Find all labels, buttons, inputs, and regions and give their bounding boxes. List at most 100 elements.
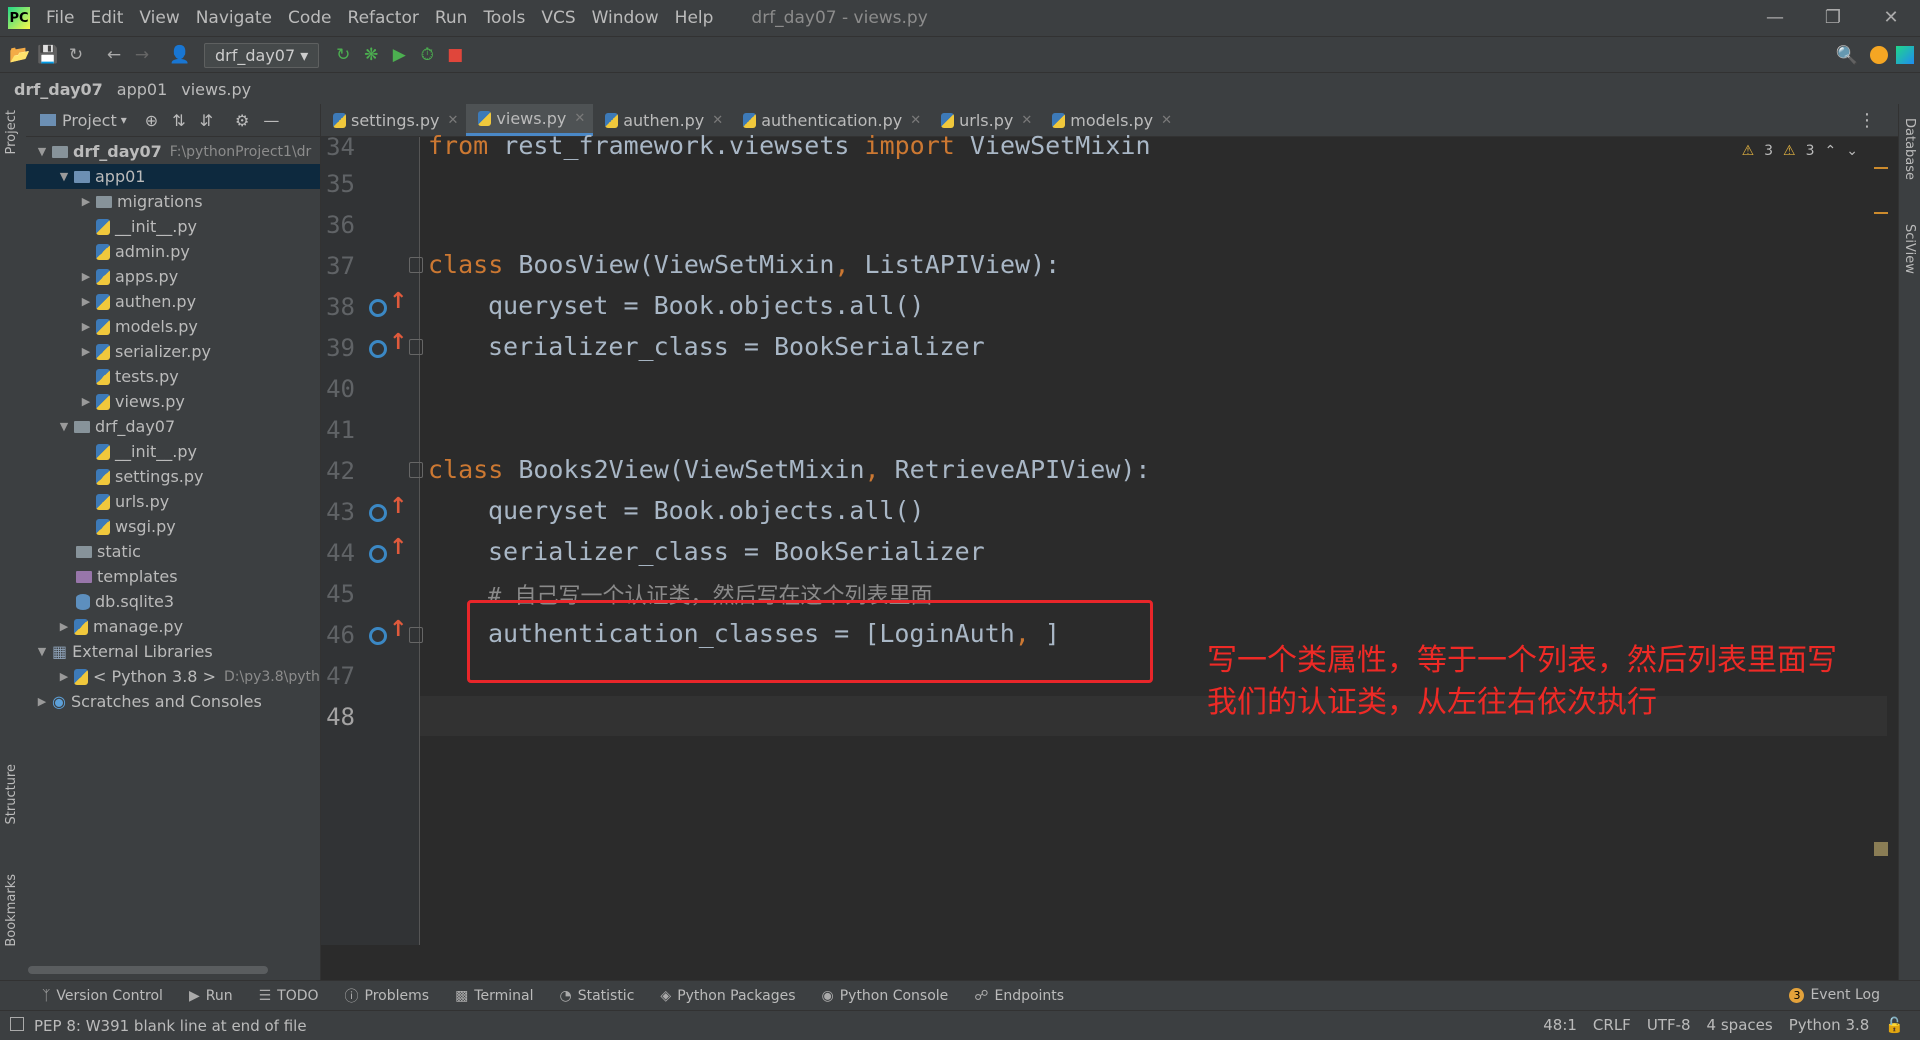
breadcrumb-project[interactable]: drf_day07 xyxy=(14,80,103,99)
fold-marker-icon[interactable] xyxy=(409,462,423,478)
gear-icon[interactable]: ⚙ xyxy=(235,111,249,130)
tree-item-templates[interactable]: templates xyxy=(26,564,320,589)
menu-vcs[interactable]: VCS xyxy=(533,8,583,28)
tree-item-file[interactable]: urls.py xyxy=(26,489,320,514)
chevron-down-icon[interactable]: ▼ xyxy=(32,145,52,158)
tree-item-root[interactable]: ▼ drf_day07 F:\pythonProject1\dr xyxy=(26,139,320,164)
tree-item-scratches[interactable]: ▶ ◉ Scratches and Consoles xyxy=(26,689,320,714)
chevron-down-icon[interactable]: ▾ xyxy=(121,113,127,127)
tree-item-file[interactable]: db.sqlite3 xyxy=(26,589,320,614)
tool-window-toggle-icon[interactable] xyxy=(10,1017,24,1031)
tree-item-file[interactable]: ▶ models.py xyxy=(26,314,320,339)
statistic-tab[interactable]: ◔ Statistic xyxy=(559,988,634,1004)
chevron-down-icon[interactable]: ▼ xyxy=(32,645,52,658)
stop-icon[interactable]: ■ xyxy=(441,45,469,65)
tree-item-drf-day07[interactable]: ▼ drf_day07 xyxy=(26,414,320,439)
close-icon[interactable]: ✕ xyxy=(574,111,585,126)
chevron-down-icon[interactable]: ⌄ xyxy=(1846,143,1858,159)
chevron-right-icon[interactable]: ▶ xyxy=(32,695,52,708)
terminal-tab[interactable]: ▩ Terminal xyxy=(455,988,533,1004)
menu-code[interactable]: Code xyxy=(280,8,340,28)
run-config-select[interactable]: drf_day07 ▾ xyxy=(204,42,320,68)
expand-all-icon[interactable]: ⇅ xyxy=(172,111,185,130)
tree-item-file[interactable]: ▶ views.py xyxy=(26,389,320,414)
close-icon[interactable]: ✕ xyxy=(1021,113,1032,128)
tree-item-file[interactable]: admin.py xyxy=(26,239,320,264)
tree-item-file[interactable]: __init__.py xyxy=(26,214,320,239)
scrollbar-thumb[interactable] xyxy=(1874,842,1888,856)
problems-tab[interactable]: ⓘ Problems xyxy=(345,986,430,1006)
sync-icon[interactable]: ↻ xyxy=(62,45,90,65)
tree-item-migrations[interactable]: ▶ migrations xyxy=(26,189,320,214)
close-icon[interactable]: ✕ xyxy=(1161,113,1172,128)
collapse-all-icon[interactable]: ⇵ xyxy=(200,111,213,130)
chevron-down-icon[interactable]: ▼ xyxy=(54,170,74,183)
menu-navigate[interactable]: Navigate xyxy=(188,8,280,28)
profile-icon[interactable]: ⏱ xyxy=(413,45,441,65)
close-icon[interactable]: ✕ xyxy=(1862,0,1920,36)
fold-marker-icon[interactable] xyxy=(409,339,423,355)
locate-icon[interactable]: ⊕ xyxy=(145,111,158,130)
structure-tool-tab[interactable]: Structure xyxy=(4,764,19,824)
override-icon[interactable] xyxy=(369,340,387,358)
chevron-right-icon[interactable]: ▶ xyxy=(54,670,74,683)
forward-icon[interactable]: → xyxy=(128,45,156,65)
fold-marker-icon[interactable] xyxy=(409,627,423,643)
close-icon[interactable]: ✕ xyxy=(910,113,921,128)
menu-run[interactable]: Run xyxy=(427,8,476,28)
chevron-right-icon[interactable]: ▶ xyxy=(76,345,96,358)
tree-item-file[interactable]: settings.py xyxy=(26,464,320,489)
inspection-widget[interactable]: ⚠ 3 ⚠ 3 ⌃ ⌄ xyxy=(1742,143,1858,159)
version-control-tab[interactable]: ᛉ Version Control xyxy=(42,988,163,1004)
rerun-icon[interactable]: ↻ xyxy=(329,45,357,65)
chevron-down-icon[interactable]: ▼ xyxy=(54,420,74,433)
override-icon[interactable] xyxy=(369,545,387,563)
warning-stripe[interactable] xyxy=(1874,212,1888,214)
breadcrumb-file[interactable]: views.py xyxy=(181,80,251,99)
menu-file[interactable]: File xyxy=(38,8,82,28)
todo-tab[interactable]: ☰ TODO xyxy=(259,988,319,1004)
debug-icon[interactable]: ❋ xyxy=(357,45,385,65)
sciview-tool-tab[interactable]: SciView xyxy=(1902,224,1917,274)
chevron-right-icon[interactable]: ▶ xyxy=(76,270,96,283)
plugin-icon[interactable] xyxy=(1896,46,1914,64)
close-icon[interactable]: ✕ xyxy=(448,113,459,128)
python-console-tab[interactable]: ◉ Python Console xyxy=(822,988,949,1004)
menu-view[interactable]: View xyxy=(131,8,187,28)
menu-window[interactable]: Window xyxy=(584,8,667,28)
override-icon[interactable] xyxy=(369,627,387,645)
override-icon[interactable] xyxy=(369,299,387,317)
chevron-right-icon[interactable]: ▶ xyxy=(76,295,96,308)
user-icon[interactable]: 👤 xyxy=(166,45,194,65)
event-log-tab[interactable]: 3 Event Log xyxy=(1789,987,1880,1003)
chevron-right-icon[interactable]: ▶ xyxy=(54,620,74,633)
chevron-up-icon[interactable]: ⌃ xyxy=(1825,143,1837,159)
back-icon[interactable]: ← xyxy=(100,45,128,65)
tree-item-file[interactable]: ▶ manage.py xyxy=(26,614,320,639)
restore-icon[interactable]: ❐ xyxy=(1804,0,1862,36)
status-message[interactable]: PEP 8: W391 blank line at end of file xyxy=(34,1017,307,1035)
project-horizontal-scrollbar[interactable] xyxy=(28,966,268,974)
warning-stripe[interactable] xyxy=(1874,167,1888,169)
tree-item-file[interactable]: ▶ serializer.py xyxy=(26,339,320,364)
editor-vertical-scrollbar[interactable] xyxy=(1874,137,1888,945)
project-tool-tab[interactable]: Project xyxy=(4,110,19,154)
update-icon[interactable] xyxy=(1870,46,1888,64)
indent-setting[interactable]: 4 spaces xyxy=(1707,1016,1773,1034)
run-tab[interactable]: ▶ Run xyxy=(189,988,233,1004)
tree-item-file[interactable]: __init__.py xyxy=(26,439,320,464)
caret-position[interactable]: 48:1 xyxy=(1543,1016,1577,1034)
tree-item-external-libraries[interactable]: ▼ ▦ External Libraries xyxy=(26,639,320,664)
tree-item-file[interactable]: ▶ apps.py xyxy=(26,264,320,289)
project-panel-title[interactable]: Project xyxy=(62,111,117,130)
hide-panel-icon[interactable]: — xyxy=(263,111,279,130)
tree-item-app01[interactable]: ▼ app01 xyxy=(26,164,320,189)
tree-item-file[interactable]: wsgi.py xyxy=(26,514,320,539)
menu-refactor[interactable]: Refactor xyxy=(340,8,427,28)
tree-item-file[interactable]: ▶ authen.py xyxy=(26,289,320,314)
menu-tools[interactable]: Tools xyxy=(475,8,533,28)
menu-help[interactable]: Help xyxy=(667,8,722,28)
endpoints-tab[interactable]: ☍ Endpoints xyxy=(974,988,1064,1004)
close-icon[interactable]: ✕ xyxy=(712,113,723,128)
more-tabs-icon[interactable]: ⋮ xyxy=(1858,110,1876,131)
